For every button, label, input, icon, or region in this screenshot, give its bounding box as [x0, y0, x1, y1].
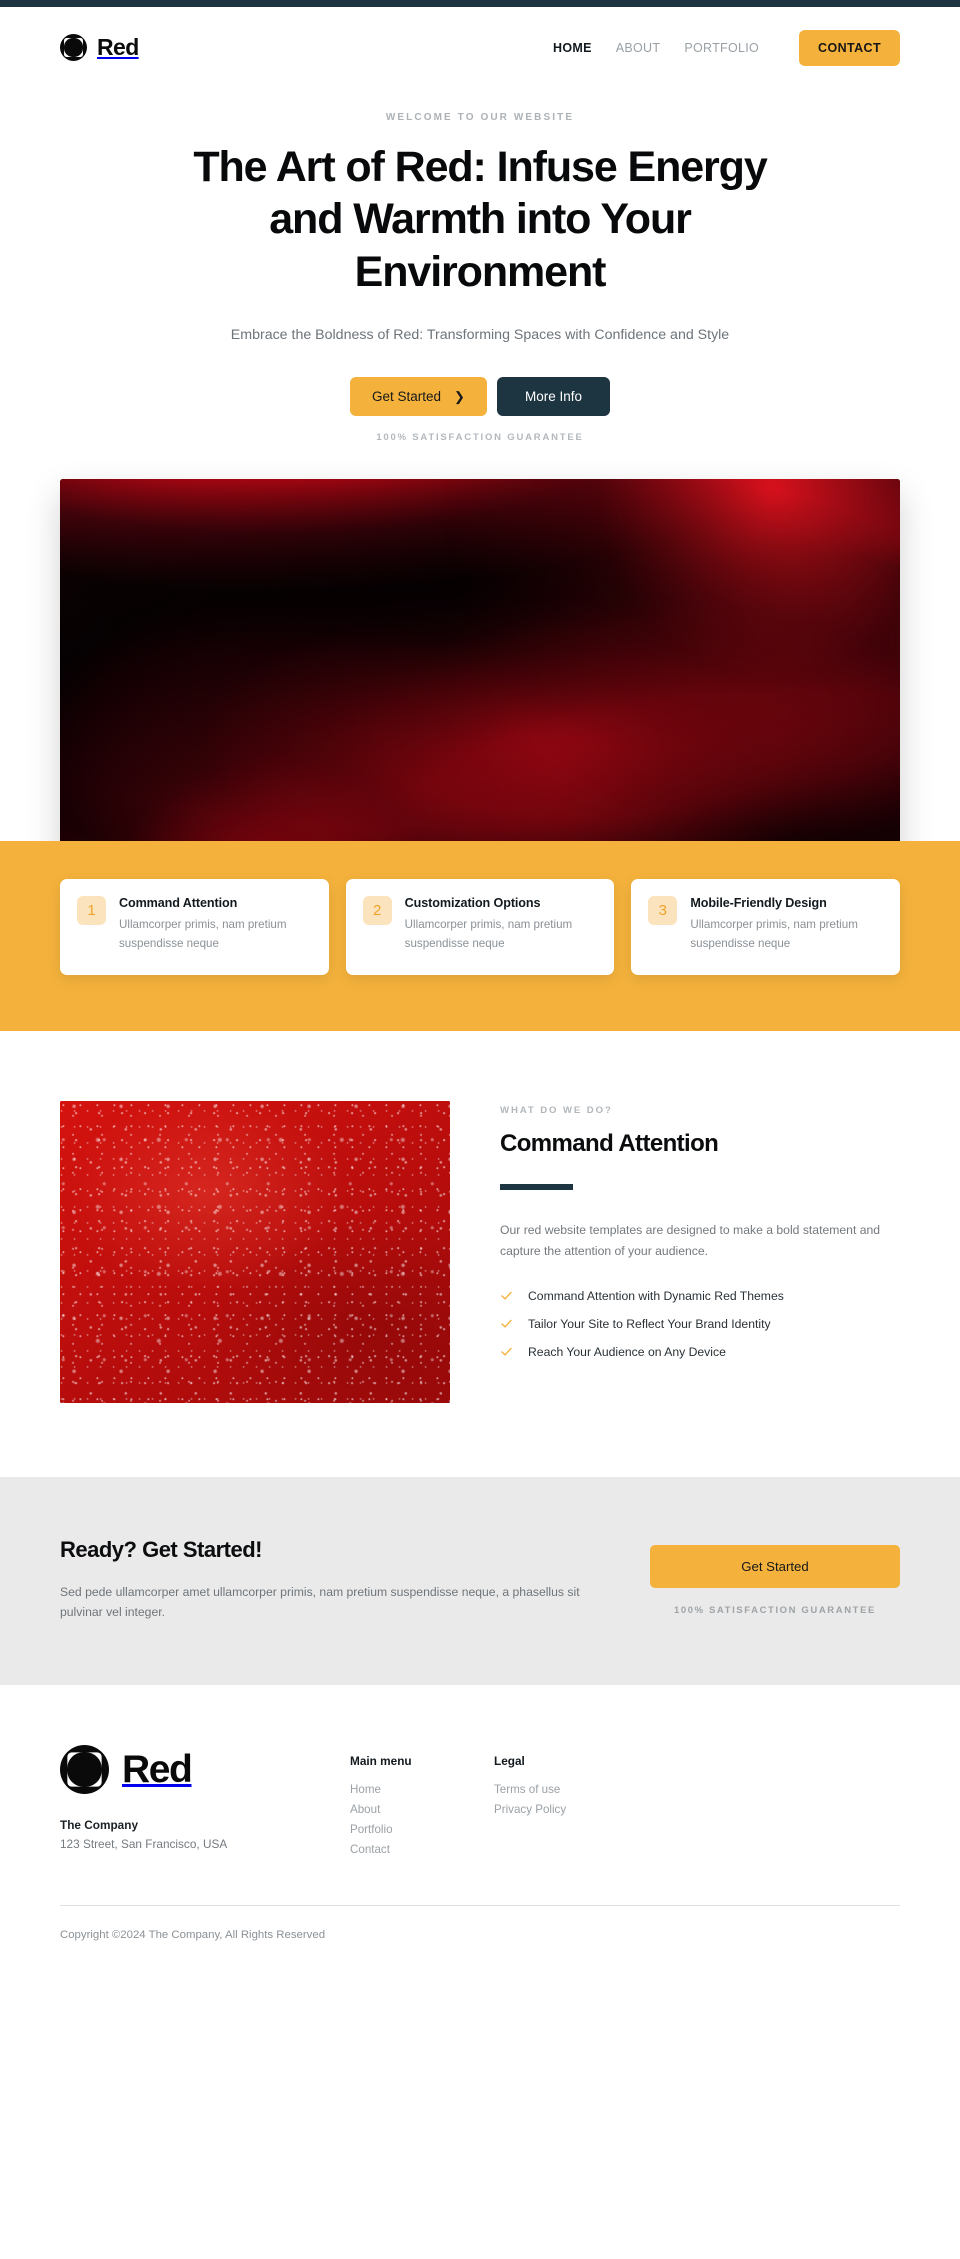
- nav-item-about[interactable]: ABOUT: [616, 41, 661, 55]
- cta-section: Ready? Get Started! Sed pede ullamcorper…: [0, 1476, 960, 1685]
- feature-card-number: 1: [77, 896, 106, 926]
- checklist-item-label: Command Attention with Dynamic Red Theme…: [528, 1288, 784, 1303]
- copyright-text: Copyright ©2024 The Company, All Rights …: [60, 1928, 326, 1941]
- footer-link-about[interactable]: About: [350, 1803, 494, 1816]
- nav-item-home[interactable]: HOME: [553, 41, 592, 55]
- checklist-item: Tailor Your Site to Reflect Your Brand I…: [500, 1317, 900, 1331]
- top-accent-bar: [0, 0, 960, 7]
- feature-card-number: 2: [362, 896, 392, 926]
- feature-card-title: Command Attention: [119, 896, 238, 911]
- cta-description: Sed pede ullamcorper amet ullamcorper pr…: [60, 1584, 580, 1620]
- checklist-item-label: Tailor Your Site to Reflect Your Brand I…: [528, 1316, 771, 1331]
- cta-title: Ready? Get Started!: [60, 1536, 263, 1562]
- feature-card-text: Ullamcorper primis, nam pretium suspendi…: [119, 918, 287, 950]
- footer-column-main-menu: Main menu Home About Portfolio Contact: [350, 1745, 494, 1863]
- check-icon: [501, 1292, 512, 1301]
- site-footer: Red The Company 123 Street, San Francisc…: [0, 1684, 960, 1975]
- checklist-item: Reach Your Audience on Any Device: [500, 1345, 900, 1359]
- checklist-item: Command Attention with Dynamic Red Theme…: [500, 1289, 900, 1303]
- footer-brand-name: Red: [122, 1747, 193, 1791]
- what-we-do-section: WHAT DO WE DO? Command Attention Our red…: [0, 1030, 960, 1477]
- footer-link-portfolio[interactable]: Portfolio: [350, 1823, 494, 1836]
- red-flower-logo-icon: [60, 34, 87, 61]
- feature-card[interactable]: 2 Customization Options Ullamcorper prim…: [345, 879, 615, 975]
- footer-address: 123 Street, San Francisco, USA: [60, 1836, 228, 1851]
- hero-guarantee-text: 100% SATISFACTION GUARANTEE: [376, 432, 584, 444]
- feature-divider-rule: [500, 1183, 573, 1190]
- footer-link-contact[interactable]: Contact: [350, 1843, 494, 1856]
- feature-checklist: Command Attention with Dynamic Red Theme…: [500, 1289, 900, 1359]
- footer-brand-column: Red The Company 123 Street, San Francisc…: [60, 1744, 350, 1851]
- footer-column-title: Main menu: [350, 1753, 412, 1768]
- footer-top: Red The Company 123 Street, San Francisc…: [60, 1744, 900, 1863]
- cta-guarantee-text: 100% SATISFACTION GUARANTEE: [674, 1604, 876, 1616]
- more-info-button[interactable]: More Info: [496, 377, 610, 417]
- footer-link-home[interactable]: Home: [350, 1783, 494, 1796]
- brand-name: Red: [97, 34, 139, 60]
- nav-item-portfolio[interactable]: PORTFOLIO: [684, 41, 759, 55]
- feature-card-text: Ullamcorper primis, nam pretium suspendi…: [404, 918, 573, 950]
- cta-get-started-button[interactable]: Get Started: [650, 1544, 900, 1588]
- hero-section: WELCOME TO OUR WEBSITE The Art of Red: I…: [0, 88, 960, 443]
- get-started-button[interactable]: Get Started ❯: [350, 377, 487, 417]
- check-icon: [501, 1320, 512, 1329]
- feature-eyebrow: WHAT DO WE DO?: [500, 1104, 613, 1116]
- feature-image-texture: [60, 1100, 450, 1403]
- feature-card[interactable]: 3 Mobile-Friendly Design Ullamcorper pri…: [631, 879, 901, 975]
- checklist-item-label: Reach Your Audience on Any Device: [528, 1344, 726, 1359]
- get-started-label: Get Started: [372, 389, 442, 405]
- footer-company-name: The Company: [60, 1817, 138, 1832]
- feature-description: Our red website templates are designed t…: [500, 1222, 881, 1258]
- feature-card[interactable]: 1 Command Attention Ullamcorper primis, …: [60, 879, 329, 975]
- footer-link-terms[interactable]: Terms of use: [494, 1783, 638, 1796]
- feature-card-title: Customization Options: [404, 896, 541, 911]
- cta-action-block: Get Started 100% SATISFACTION GUARANTEE: [650, 1533, 900, 1616]
- footer-link-privacy[interactable]: Privacy Policy: [494, 1803, 638, 1816]
- brand-logo-link[interactable]: Red: [60, 34, 139, 61]
- hero-eyebrow: WELCOME TO OUR WEBSITE: [385, 112, 575, 123]
- contact-button[interactable]: CONTACT: [799, 29, 900, 66]
- site-header: Red HOME ABOUT PORTFOLIO CONTACT: [0, 7, 960, 88]
- feature-cards-band: 1 Command Attention Ullamcorper primis, …: [0, 841, 960, 1031]
- page-root: Red HOME ABOUT PORTFOLIO CONTACT WELCOME…: [0, 0, 960, 2259]
- feature-card-title: Mobile-Friendly Design: [690, 896, 827, 911]
- feature-title: Command Attention: [500, 1129, 719, 1157]
- page-title: The Art of Red: Infuse Energy and Warmth…: [193, 143, 767, 296]
- feature-card-number: 3: [648, 896, 678, 926]
- footer-column-title: Legal: [494, 1753, 525, 1768]
- feature-content: WHAT DO WE DO? Command Attention Our red…: [500, 1101, 900, 1373]
- feature-cards-list: 1 Command Attention Ullamcorper primis, …: [60, 879, 901, 975]
- feature-image: [60, 1100, 450, 1403]
- primary-nav: HOME ABOUT PORTFOLIO CONTACT: [553, 29, 900, 66]
- hero-subtitle: Embrace the Boldness of Red: Transformin…: [230, 327, 730, 344]
- footer-brand-logo-link[interactable]: Red: [60, 1744, 350, 1794]
- red-flower-logo-icon: [60, 1744, 109, 1794]
- hero-actions: Get Started ❯ More Info: [0, 377, 960, 417]
- cta-text-block: Ready? Get Started! Sed pede ullamcorper…: [60, 1533, 614, 1623]
- feature-card-text: Ullamcorper primis, nam pretium suspendi…: [690, 918, 858, 950]
- footer-column-legal: Legal Terms of use Privacy Policy: [494, 1745, 638, 1823]
- check-icon: [501, 1348, 512, 1357]
- chevron-right-icon: ❯: [454, 389, 465, 405]
